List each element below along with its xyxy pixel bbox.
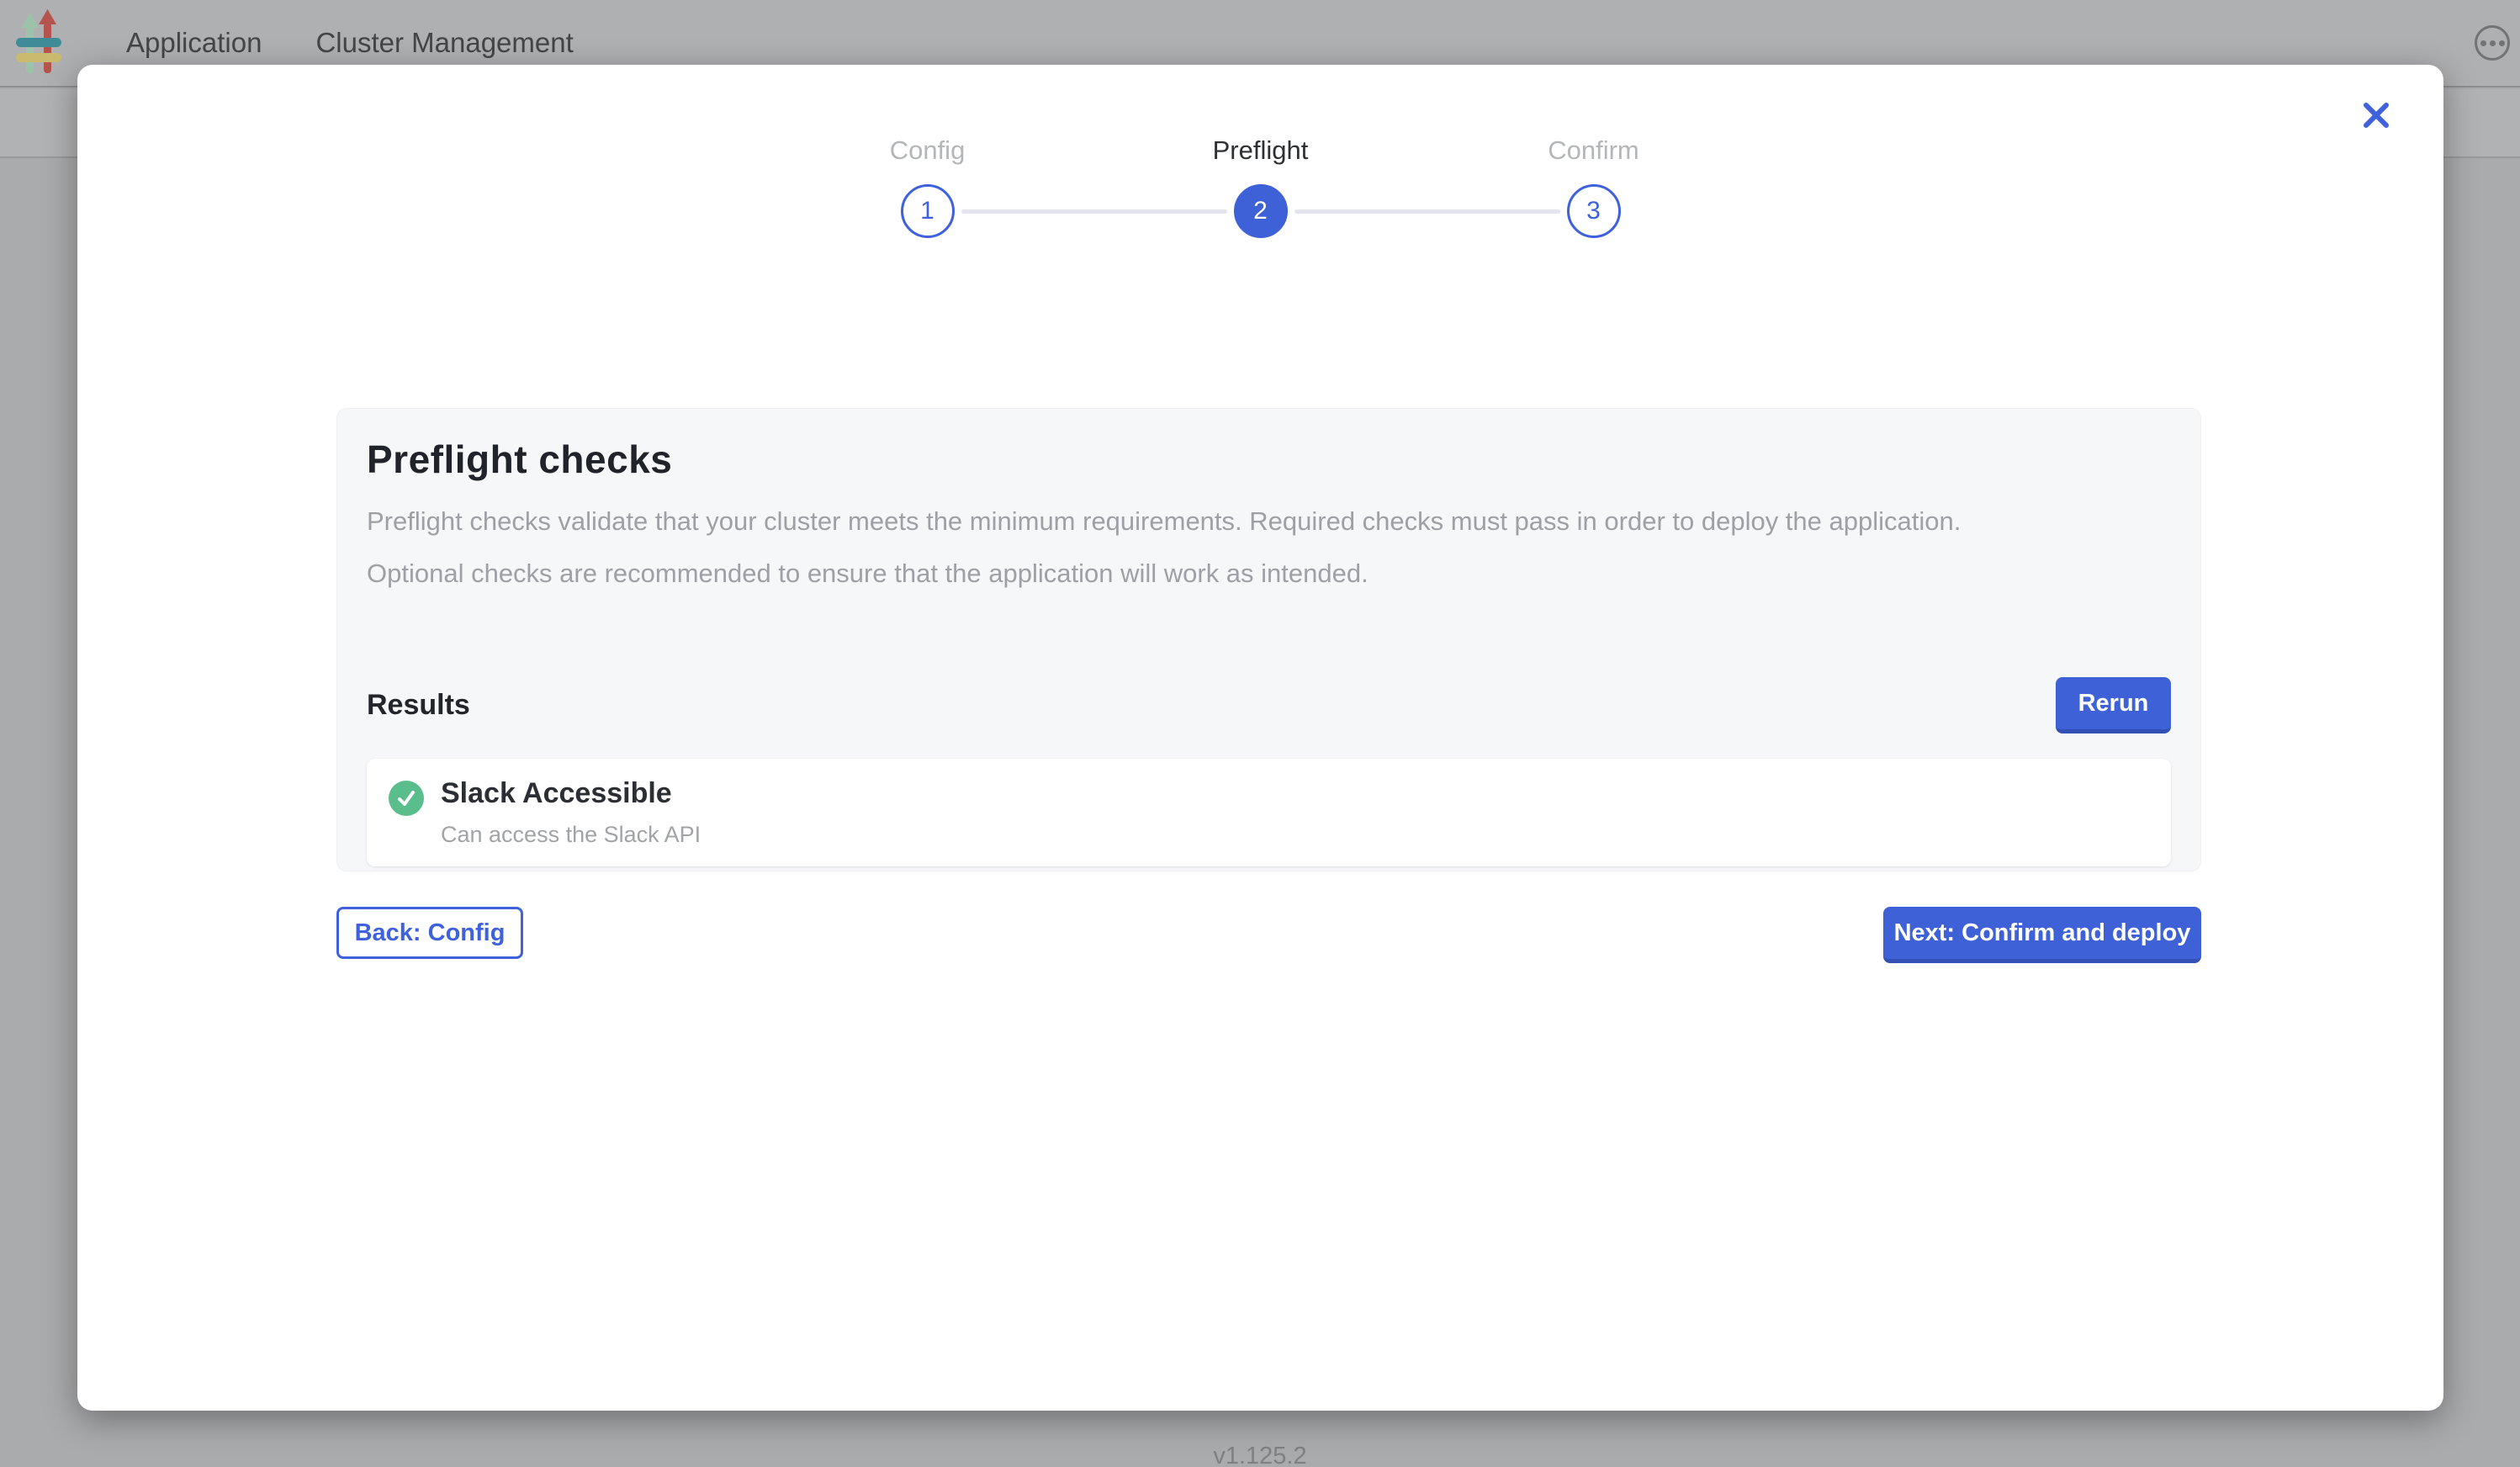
- nav-tab-application[interactable]: Application: [126, 27, 262, 59]
- rerun-button[interactable]: Rerun: [2056, 677, 2171, 734]
- stepper-connector: [1294, 209, 1560, 214]
- step-preflight-label: Preflight: [1213, 135, 1309, 166]
- app-logo-icon: [15, 9, 62, 77]
- stepper-connector: [961, 209, 1227, 214]
- check-pass-icon: [389, 781, 424, 816]
- step-confirm[interactable]: Confirm 3: [1567, 184, 1621, 238]
- step-preflight-circle[interactable]: 2: [1234, 184, 1288, 238]
- next-confirm-deploy-button[interactable]: Next: Confirm and deploy: [1883, 907, 2201, 963]
- step-confirm-label: Confirm: [1548, 135, 1639, 166]
- step-config-circle[interactable]: 1: [901, 184, 955, 238]
- nav-tab-cluster-management[interactable]: Cluster Management: [315, 27, 573, 59]
- check-detail: Can access the Slack API: [441, 822, 701, 848]
- step-preflight[interactable]: Preflight 2: [1234, 184, 1288, 238]
- check-result-row: Slack Accessible Can access the Slack AP…: [367, 759, 2171, 866]
- back-config-button[interactable]: Back: Config: [336, 907, 523, 959]
- app-version-label: v1.125.2: [0, 1443, 2520, 1467]
- step-config-label: Config: [890, 135, 966, 166]
- step-confirm-circle[interactable]: 3: [1567, 184, 1621, 238]
- card-description: Preflight checks validate that your clus…: [367, 495, 2032, 600]
- step-config[interactable]: Config 1: [901, 184, 955, 238]
- overflow-menu-icon[interactable]: [2475, 25, 2510, 61]
- wizard-stepper: Config 1 Preflight 2 Confirm 3: [901, 137, 1621, 238]
- preflight-checks-card: Preflight checks Preflight checks valida…: [336, 408, 2201, 871]
- results-heading: Results: [367, 689, 470, 722]
- nav-tabs: Application Cluster Management: [126, 27, 574, 59]
- check-name: Slack Accessible: [441, 777, 701, 810]
- card-title: Preflight checks: [367, 437, 2171, 482]
- preflight-modal: Config 1 Preflight 2 Confirm 3 Preflight…: [77, 65, 2443, 1411]
- close-icon[interactable]: [2358, 97, 2395, 134]
